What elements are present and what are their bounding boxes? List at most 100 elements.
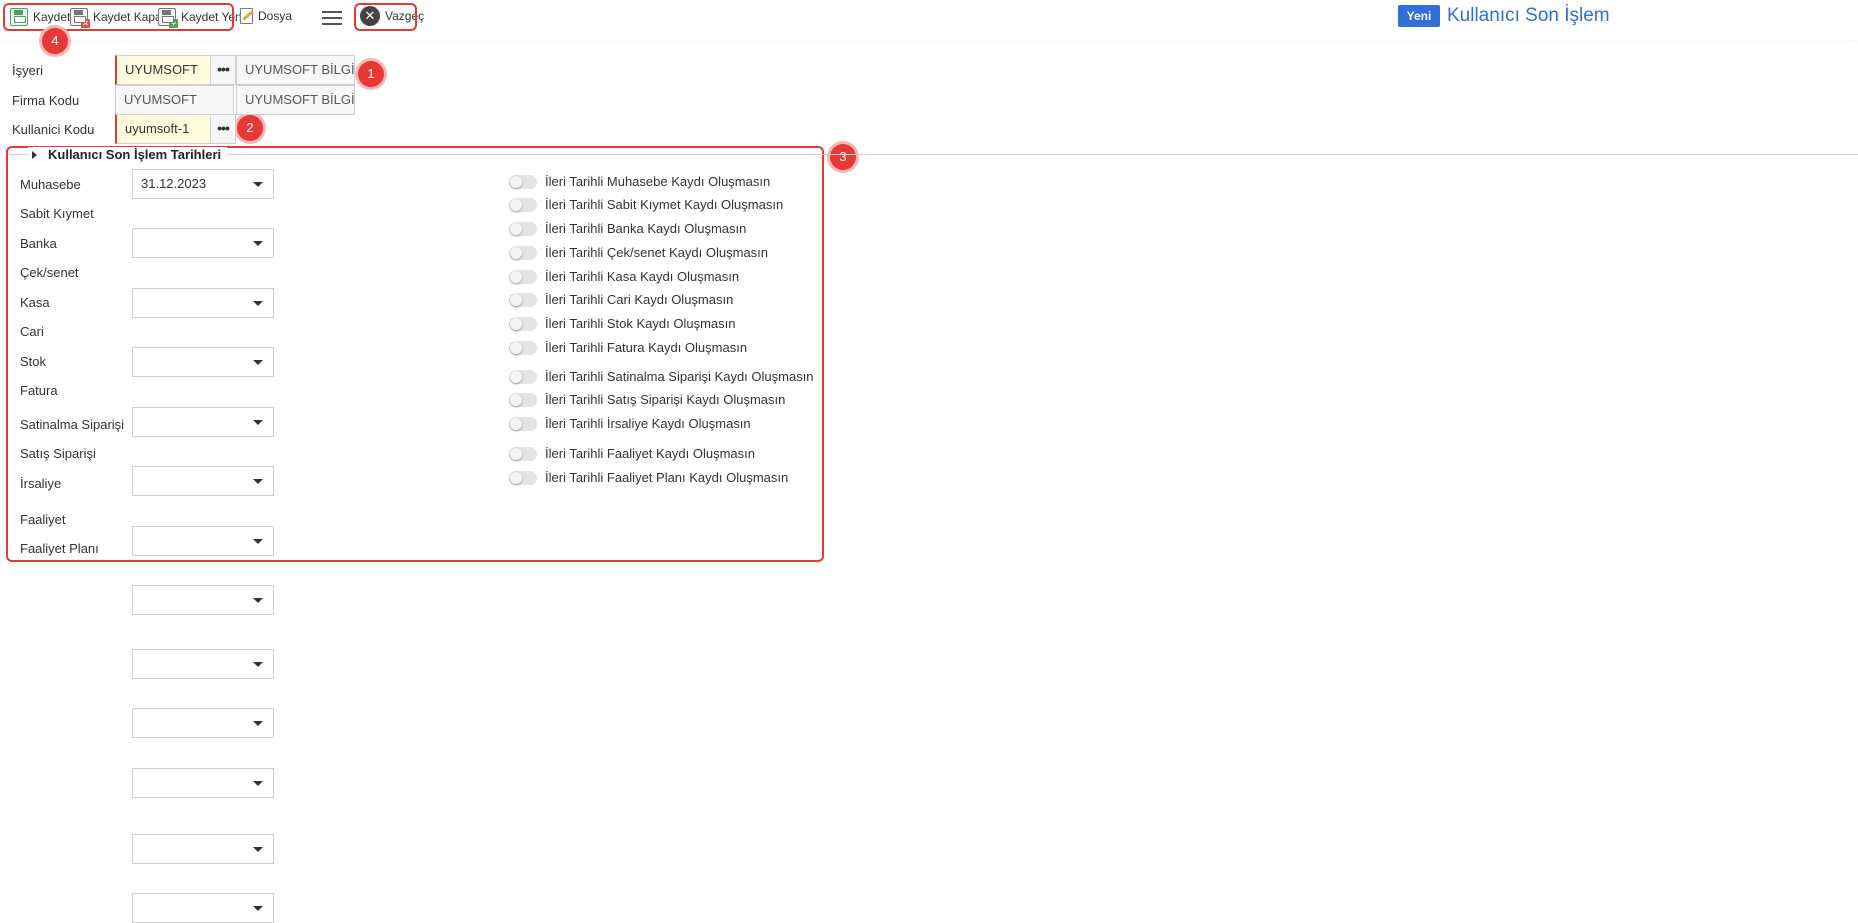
toggle-switch[interactable] <box>509 221 537 236</box>
toggle-switch[interactable] <box>509 269 537 284</box>
dropdown-arrow-icon <box>253 662 263 667</box>
dropdown-arrow-icon <box>253 598 263 603</box>
toggle-switch[interactable] <box>509 369 537 384</box>
date-field-label: Muhasebe <box>20 177 81 192</box>
dropdown-arrow-icon <box>253 420 263 425</box>
toggle-row: İleri Tarihli Muhasebe Kaydı Oluşmasın <box>509 174 770 189</box>
date-select[interactable] <box>132 466 274 496</box>
dropdown-arrow-icon <box>253 847 263 852</box>
date-field-label: Sabit Kıymet <box>20 206 94 221</box>
toggle-switch[interactable] <box>509 292 537 307</box>
date-field-label: Cari <box>20 324 44 339</box>
save-close-button-label: Kaydet Kapat <box>93 10 166 24</box>
save-close-icon: × <box>70 8 90 28</box>
toggle-switch[interactable] <box>509 174 537 189</box>
date-field-label: Faaliyet Planı <box>20 541 99 556</box>
file-button-label: Dosya <box>258 9 293 23</box>
expand-caret-icon <box>32 151 37 159</box>
save-close-button[interactable]: × Kaydet Kapat <box>70 8 166 28</box>
file-edit-icon <box>240 8 253 24</box>
toggle-label: İleri Tarihli Faaliyet Planı Kaydı Oluşm… <box>545 470 789 485</box>
section-divider <box>10 154 1858 155</box>
toggle-knob <box>510 471 522 484</box>
workplace-label: İşyeri <box>12 63 44 78</box>
toggle-knob <box>510 393 522 406</box>
workplace-code-input[interactable]: UYUMSOFT <box>115 55 211 85</box>
workplace-lookup-button[interactable]: ••• <box>210 55 236 85</box>
file-button[interactable]: Dosya <box>240 8 292 24</box>
date-field-label: Fatura <box>20 383 58 398</box>
new-button[interactable]: Yeni <box>1398 5 1440 27</box>
date-select[interactable] <box>132 768 274 798</box>
toggle-knob <box>510 293 522 306</box>
toggle-label: İleri Tarihli Stok Kaydı Oluşmasın <box>545 316 736 331</box>
annotation-marker-3: 3 <box>830 144 856 170</box>
date-select[interactable] <box>132 893 274 923</box>
annotation-marker-2: 2 <box>237 115 263 141</box>
date-select[interactable] <box>132 585 274 615</box>
toggle-switch[interactable] <box>509 470 537 485</box>
toggle-label: İleri Tarihli Cari Kaydı Oluşmasın <box>545 292 734 307</box>
toggle-row: İleri Tarihli Satinalma Siparişi Kaydı O… <box>509 369 814 384</box>
toggle-knob <box>510 270 522 283</box>
save-new-button-label: Kaydet Yeni <box>181 10 245 24</box>
date-field-label: Stok <box>20 354 47 369</box>
date-select[interactable] <box>132 708 274 738</box>
date-field-label: Satinalma Siparişi <box>20 417 125 432</box>
toggle-label: İleri Tarihli Faaliyet Kaydı Oluşmasın <box>545 446 756 461</box>
toggle-row: İleri Tarihli Banka Kaydı Oluşmasın <box>509 221 746 236</box>
date-select[interactable] <box>132 228 274 258</box>
toggle-label: İleri Tarihli Kasa Kaydı Oluşmasın <box>545 269 740 284</box>
section-header[interactable]: Kullanıcı Son İşlem Tarihleri <box>28 147 228 162</box>
cancel-button-label: Vazgeç <box>385 9 425 23</box>
save-new-icon: + <box>158 8 178 28</box>
toggle-row: İleri Tarihli Çek/senet Kaydı Oluşmasın <box>509 245 768 260</box>
toggle-row: İleri Tarihli Fatura Kaydı Oluşmasın <box>509 340 747 355</box>
date-select[interactable] <box>132 649 274 679</box>
date-select[interactable] <box>132 288 274 318</box>
menu-icon[interactable] <box>322 11 342 25</box>
toggle-row: İleri Tarihli İrsaliye Kaydı Oluşmasın <box>509 416 751 431</box>
save-new-button[interactable]: + Kaydet Yeni <box>158 8 245 28</box>
user-lookup-button[interactable]: ••• <box>210 114 236 144</box>
toggle-row: İleri Tarihli Satış Siparişi Kaydı Oluşm… <box>509 392 785 407</box>
date-select[interactable] <box>132 526 274 556</box>
toggle-switch[interactable] <box>509 316 537 331</box>
toggle-knob <box>510 317 522 330</box>
toggle-switch[interactable] <box>509 446 537 461</box>
dropdown-arrow-icon <box>253 182 263 187</box>
save-button[interactable]: Kaydet <box>10 8 70 26</box>
toggle-label: İleri Tarihli Çek/senet Kaydı Oluşmasın <box>545 245 769 260</box>
toggle-row: İleri Tarihli Faaliyet Planı Kaydı Oluşm… <box>509 470 788 485</box>
company-code-label: Firma Kodu <box>12 93 80 108</box>
toggle-knob <box>510 417 522 430</box>
cancel-button[interactable]: ✕ Vazgeç <box>360 6 424 26</box>
date-select[interactable]: 31.12.2023 <box>132 169 274 199</box>
toggle-row: İleri Tarihli Sabit Kıymet Kaydı Oluşmas… <box>509 197 783 212</box>
toggle-label: İleri Tarihli Satinalma Siparişi Kaydı O… <box>545 369 814 384</box>
dropdown-arrow-icon <box>253 301 263 306</box>
toggle-label: İleri Tarihli İrsaliye Kaydı Oluşmasın <box>545 416 751 431</box>
save-icon <box>10 8 28 26</box>
user-code-label: Kullanici Kodu <box>12 122 95 137</box>
dropdown-arrow-icon <box>253 360 263 365</box>
toggle-knob <box>510 198 522 211</box>
date-select[interactable] <box>132 407 274 437</box>
toggle-switch[interactable] <box>509 245 537 260</box>
toggle-switch[interactable] <box>509 416 537 431</box>
date-select[interactable] <box>132 347 274 377</box>
toggle-switch[interactable] <box>509 392 537 407</box>
toggle-switch[interactable] <box>509 197 537 212</box>
toggle-row: İleri Tarihli Kasa Kaydı Oluşmasın <box>509 269 739 284</box>
toggle-switch[interactable] <box>509 340 537 355</box>
date-field-label: Satış Siparişi <box>20 446 96 461</box>
user-code-input[interactable]: uyumsoft-1 <box>115 114 211 144</box>
annotation-marker-1: 1 <box>358 61 384 87</box>
toggle-knob <box>510 447 522 460</box>
dropdown-arrow-icon <box>253 479 263 484</box>
toggle-row: İleri Tarihli Cari Kaydı Oluşmasın <box>509 292 733 307</box>
dropdown-arrow-icon <box>253 241 263 246</box>
toggle-row: İleri Tarihli Faaliyet Kaydı Oluşmasın <box>509 446 755 461</box>
dropdown-arrow-icon <box>253 539 263 544</box>
date-select[interactable] <box>132 834 274 864</box>
